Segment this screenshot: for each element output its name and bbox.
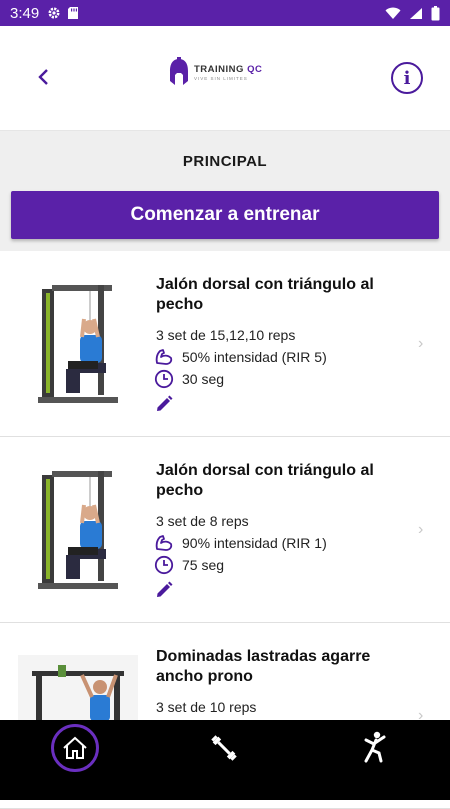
signal-icon	[410, 7, 422, 19]
exercise-sets: 3 set de 10 reps	[156, 699, 257, 715]
start-training-button[interactable]: Comenzar a entrenar	[11, 191, 439, 239]
sd-card-icon	[68, 7, 79, 19]
rest-row: 75 seg	[154, 555, 224, 575]
intensity-row: 50% intensidad (RIR 5)	[154, 347, 327, 367]
exercise-sets: 3 set de 15,12,10 reps	[156, 327, 296, 343]
bottom-navigation	[0, 720, 450, 800]
section-header: PRINCIPAL Comenzar a entrenar	[0, 131, 450, 251]
exercise-title: Jalón dorsal con triángulo al pecho	[156, 462, 374, 499]
exercise-rest: 75 seg	[182, 557, 225, 573]
status-bar: 3:49	[0, 0, 450, 26]
home-icon	[63, 736, 87, 759]
intensity-row: 90% intensidad (RIR 1)	[154, 533, 327, 553]
edit-row[interactable]	[154, 394, 182, 414]
bicep-icon	[154, 347, 174, 367]
logo-brand-accent: QC	[247, 63, 263, 75]
bicep-icon	[154, 533, 174, 553]
spartan-helmet-icon	[170, 57, 188, 85]
stretch-icon	[364, 731, 386, 763]
exercise-title: Jalón dorsal con triángulo al pecho	[156, 276, 374, 313]
section-title: PRINCIPAL	[182, 153, 268, 170]
nav-home-button[interactable]	[51, 724, 99, 772]
exercise-card[interactable]: Jalón dorsal con triángulo al pecho 3 se…	[0, 437, 450, 623]
exercise-sets: 3 set de 8 reps	[156, 513, 249, 529]
battery-icon	[431, 5, 440, 20]
rest-row: 30 seg	[154, 369, 224, 389]
chevron-left-icon	[38, 69, 48, 85]
clock-icon	[154, 555, 174, 575]
back-button[interactable]	[28, 62, 58, 92]
lat-pulldown-machine-image	[38, 285, 118, 403]
exercise-title: Dominadas lastradas agarre ancho prono	[156, 648, 371, 685]
wifi-icon	[385, 7, 401, 19]
lat-pulldown-machine-image	[38, 471, 118, 589]
gear-icon	[48, 7, 60, 19]
logo-brand-text: TRAINING	[194, 63, 244, 75]
edit-row[interactable]	[154, 580, 182, 600]
chevron-right-icon[interactable]: ›	[418, 521, 423, 539]
exercise-rest: 30 seg	[182, 371, 225, 387]
info-button[interactable]: i	[391, 62, 423, 94]
nav-exercises-button[interactable]	[207, 731, 241, 765]
exercise-card[interactable]: Jalón dorsal con triángulo al pecho 3 se…	[0, 251, 450, 437]
info-icon: i	[403, 67, 411, 89]
chevron-right-icon[interactable]: ›	[418, 335, 423, 353]
pencil-icon[interactable]	[154, 580, 174, 600]
app-logo: TRAINING QC VIVE SIN LIMITES	[168, 50, 280, 94]
pencil-icon[interactable]	[154, 394, 174, 414]
nav-stretching-button[interactable]	[360, 730, 390, 764]
clock-icon	[154, 369, 174, 389]
exercise-intensity: 50% intensidad (RIR 5)	[182, 349, 327, 365]
exercise-intensity: 90% intensidad (RIR 1)	[182, 535, 327, 551]
logo-tagline: VIVE SIN LIMITES	[194, 75, 248, 81]
dumbbell-icon	[211, 735, 237, 761]
status-time: 3:49	[10, 4, 40, 22]
app-header: TRAINING QC VIVE SIN LIMITES i	[0, 26, 450, 131]
